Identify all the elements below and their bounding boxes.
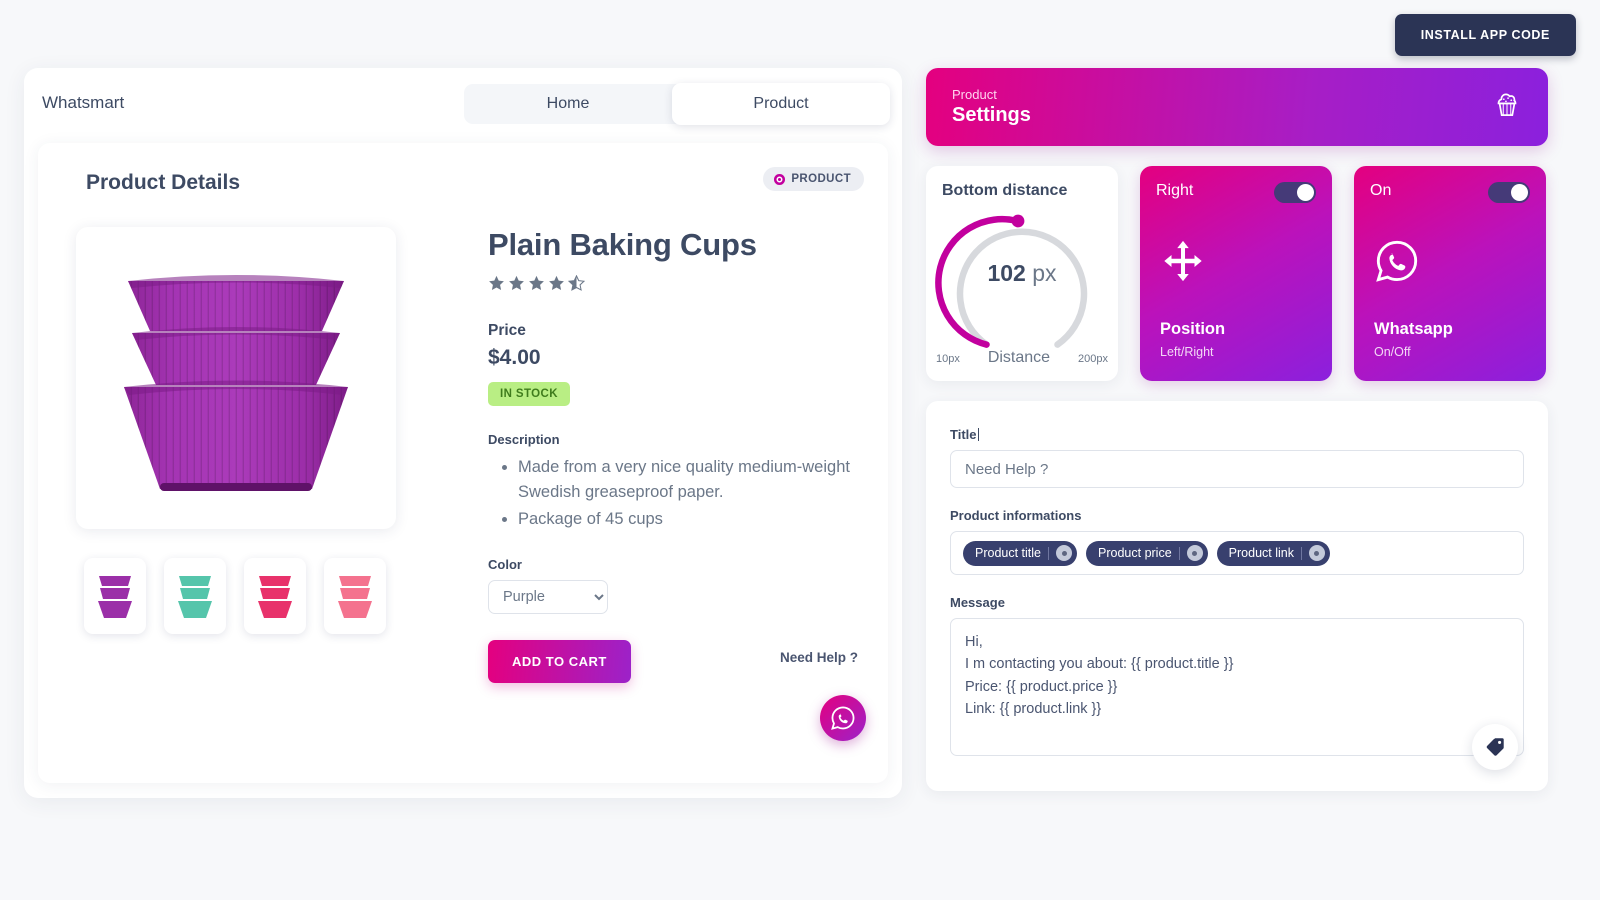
- tag-icon: [1486, 738, 1504, 756]
- rating-stars: [488, 275, 878, 292]
- color-select[interactable]: Purple Green Red Pink: [488, 580, 608, 615]
- whatsapp-toggle[interactable]: [1488, 182, 1530, 203]
- settings-title: Settings: [952, 104, 1031, 126]
- settings-header: Product Settings: [926, 68, 1548, 146]
- thumbnail-purple[interactable]: [84, 558, 146, 634]
- status-badge-label: PRODUCT: [791, 173, 851, 185]
- chip-label: Product link: [1228, 546, 1294, 560]
- chip-action-icon[interactable]: [1186, 545, 1203, 561]
- thumbnail-red[interactable]: [244, 558, 306, 634]
- cups-thumb-icon: [178, 576, 212, 618]
- chip-label: Product title: [975, 546, 1042, 560]
- bottom-distance-card: Bottom distance 102 px 10px Distance 200…: [926, 166, 1118, 381]
- list-item: Package of 45 cups: [518, 507, 878, 532]
- gauge-number: 102: [987, 260, 1026, 286]
- position-name: Position: [1160, 320, 1226, 338]
- thumbnail-list: [84, 558, 386, 634]
- gauge-mid-label: Distance: [987, 349, 1051, 366]
- text-cursor: [977, 428, 979, 441]
- page-title: Product Details: [86, 171, 241, 194]
- star-filled-icon: [549, 275, 564, 290]
- whatsapp-name: Whatsapp: [1374, 320, 1453, 338]
- whatsapp-icon: [1374, 238, 1420, 289]
- stock-badge: IN STOCK: [488, 382, 570, 406]
- whatsapp-card: On Whatsapp On/Off: [1354, 166, 1546, 381]
- gauge-min-label: 10px: [936, 353, 960, 365]
- description-list: Made from a very nice quality medium-wei…: [488, 455, 878, 531]
- title-label-text: Title: [950, 427, 977, 442]
- chip-product-link[interactable]: Product link: [1216, 540, 1330, 566]
- title-input[interactable]: [950, 450, 1524, 488]
- list-item: Made from a very nice quality medium-wei…: [518, 455, 878, 505]
- chip-product-price[interactable]: Product price: [1086, 540, 1208, 566]
- tab-home[interactable]: Home: [464, 84, 672, 124]
- cupcake-icon: [1490, 88, 1524, 127]
- add-to-cart-button[interactable]: ADD TO CART: [488, 640, 631, 684]
- product-info: Plain Baking Cups Price $4.00 IN STOCK D…: [488, 227, 878, 684]
- star-filled-icon: [509, 275, 524, 290]
- dot-icon: [774, 173, 786, 185]
- settings-panel: Product Settings Bottom distance 102 px …: [926, 68, 1548, 798]
- tab-product[interactable]: Product: [672, 83, 890, 125]
- chip-action-icon[interactable]: [1056, 545, 1073, 561]
- preview-panel: Whatsmart Home Product Product Details P…: [24, 68, 902, 798]
- chip-divider: [1300, 546, 1302, 560]
- whatsapp-icon: [831, 706, 855, 730]
- title-label: Title: [950, 427, 1524, 442]
- thumbnail-green[interactable]: [164, 558, 226, 634]
- chip-action-icon[interactable]: [1308, 545, 1325, 561]
- chip-divider: [1048, 546, 1050, 560]
- cups-thumb-icon: [338, 576, 372, 618]
- message-label: Message: [950, 595, 1005, 610]
- star-filled-icon: [489, 275, 504, 290]
- thumbnail-pink[interactable]: [324, 558, 386, 634]
- chip-divider: [1178, 546, 1180, 560]
- whatsapp-float-button[interactable]: [820, 695, 866, 741]
- product-informations-label: Product informations: [950, 508, 1082, 523]
- brand-name: Whatsmart: [42, 93, 125, 112]
- product-title: Plain Baking Cups: [488, 227, 757, 262]
- chip-product-title[interactable]: Product title: [963, 540, 1078, 566]
- price-value: $4.00: [488, 346, 541, 369]
- message-textarea[interactable]: Hi, I m contacting you about: {{ product…: [950, 618, 1524, 756]
- settings-cards-row: Bottom distance 102 px 10px Distance 200…: [926, 166, 1548, 381]
- settings-form: Title Product informations Product title…: [926, 401, 1548, 791]
- price-label: Price: [488, 322, 526, 339]
- preview-topbar: Whatsmart Home Product: [24, 68, 902, 138]
- gauge-unit: px: [1032, 260, 1057, 286]
- chip-label: Product price: [1098, 546, 1172, 560]
- product-details-card: Product Details PRODUCT Plain Baking Cup…: [38, 143, 888, 783]
- position-sub: Left/Right: [1160, 345, 1214, 359]
- position-card: Right Position Left/Right: [1140, 166, 1332, 381]
- description-label: Description: [488, 432, 560, 447]
- color-label: Color: [488, 557, 522, 573]
- preview-tabs: Home Product: [464, 83, 890, 125]
- install-app-code-button[interactable]: INSTALL APP CODE: [1394, 14, 1576, 56]
- gauge-value: 102 px: [926, 260, 1118, 287]
- baking-cups-illustration: [124, 275, 348, 491]
- cups-thumb-icon: [258, 576, 292, 618]
- need-help-label: Need Help ?: [779, 650, 858, 665]
- gauge-labels: 10px Distance 200px: [936, 349, 1108, 367]
- gauge-max-label: 200px: [1078, 353, 1108, 365]
- star-filled-icon: [529, 275, 544, 290]
- position-toggle[interactable]: [1274, 182, 1316, 203]
- cups-thumb-icon: [98, 576, 132, 618]
- whatsapp-sub: On/Off: [1374, 345, 1411, 359]
- tag-float-button[interactable]: [1472, 724, 1518, 770]
- settings-eyebrow: Product: [952, 87, 997, 102]
- status-badge: PRODUCT: [763, 167, 864, 191]
- move-arrows-icon: [1160, 238, 1206, 289]
- star-half-icon: [568, 275, 585, 291]
- product-informations-chips: Product title Product price Product link: [950, 531, 1524, 575]
- product-image: [76, 227, 396, 529]
